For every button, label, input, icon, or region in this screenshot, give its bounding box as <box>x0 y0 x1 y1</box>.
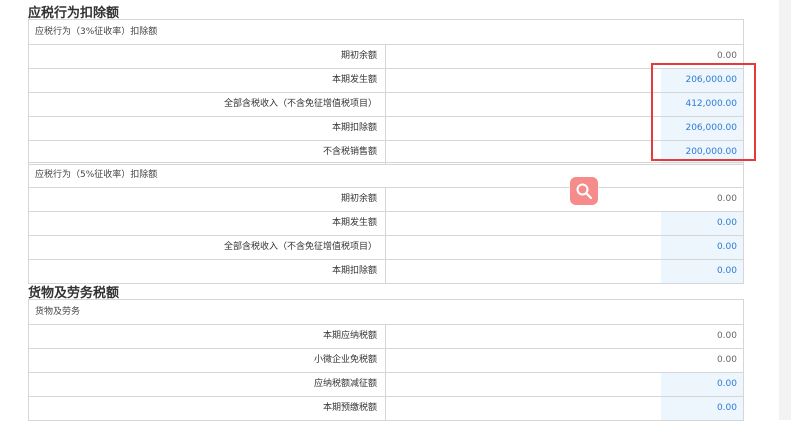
row-label: 本期扣除额 <box>29 260 386 283</box>
value-input[interactable]: 0.00 <box>661 260 743 283</box>
search-button[interactable] <box>570 177 598 205</box>
table-row: 本期发生额 0.00 <box>29 212 743 236</box>
row-value: 0.00 <box>716 331 737 341</box>
value-input[interactable]: 412,000.00 <box>661 93 743 116</box>
table-row: 本期应纳税额 0.00 <box>29 325 743 349</box>
value-input[interactable]: 0.00 <box>661 397 743 420</box>
table-row: 全部含税收入（不含免征增值税项目） 0.00 <box>29 236 743 260</box>
scrollbar[interactable] <box>779 0 791 420</box>
table-row: 应纳税额减征额 0.00 <box>29 373 743 397</box>
group-header-3pct: 应税行为（3%征收率）扣除额 <box>29 20 743 45</box>
table-row: 本期扣除额 0.00 <box>29 260 743 284</box>
row-label: 本期发生额 <box>29 69 386 92</box>
row-label: 期初余额 <box>29 188 386 211</box>
right-gutter <box>746 0 779 420</box>
group-deduction-5pct: 应税行为（5%征收率）扣除额 期初余额 0.00 本期发生额 0.00 全部含税… <box>28 162 744 284</box>
row-value: 0.00 <box>716 194 737 204</box>
table-row: 本期发生额 206,000.00 <box>29 69 743 93</box>
value-input[interactable]: 206,000.00 <box>661 117 743 140</box>
value-input[interactable]: 200,000.00 <box>661 141 743 164</box>
table-row: 本期预缴税额 0.00 <box>29 397 743 421</box>
value-input[interactable]: 206,000.00 <box>661 69 743 92</box>
row-label: 全部含税收入（不含免征增值税项目） <box>29 93 386 116</box>
row-label: 本期发生额 <box>29 212 386 235</box>
row-label: 本期扣除额 <box>29 117 386 140</box>
row-label: 不含税销售额 <box>29 141 386 164</box>
value-input[interactable]: 0.00 <box>661 373 743 396</box>
value-input[interactable]: 0.00 <box>661 236 743 259</box>
table-row: 小微企业免税额 0.00 <box>29 349 743 373</box>
group-header-goods: 货物及劳务 <box>29 300 743 325</box>
table-row: 期初余额 0.00 <box>29 45 743 69</box>
search-icon <box>576 183 593 200</box>
row-value: 0.00 <box>716 51 737 61</box>
group-deduction-3pct: 应税行为（3%征收率）扣除额 期初余额 0.00 本期发生额 206,000.0… <box>28 19 744 165</box>
row-label: 小微企业免税额 <box>29 349 386 372</box>
row-value: 0.00 <box>716 355 737 365</box>
row-label: 本期预缴税额 <box>29 397 386 420</box>
value-input[interactable]: 0.00 <box>661 212 743 235</box>
table-row: 本期扣除额 206,000.00 <box>29 117 743 141</box>
group-goods: 货物及劳务 本期应纳税额 0.00 小微企业免税额 0.00 应纳税额减征额 0… <box>28 299 744 421</box>
row-label: 本期应纳税额 <box>29 325 386 348</box>
row-label: 应纳税额减征额 <box>29 373 386 396</box>
table-row: 全部含税收入（不含免征增值税项目） 412,000.00 <box>29 93 743 117</box>
row-label: 期初余额 <box>29 45 386 68</box>
row-label: 全部含税收入（不含免征增值税项目） <box>29 236 386 259</box>
group-header-5pct: 应税行为（5%征收率）扣除额 <box>29 163 743 188</box>
table-row: 期初余额 0.00 <box>29 188 743 212</box>
